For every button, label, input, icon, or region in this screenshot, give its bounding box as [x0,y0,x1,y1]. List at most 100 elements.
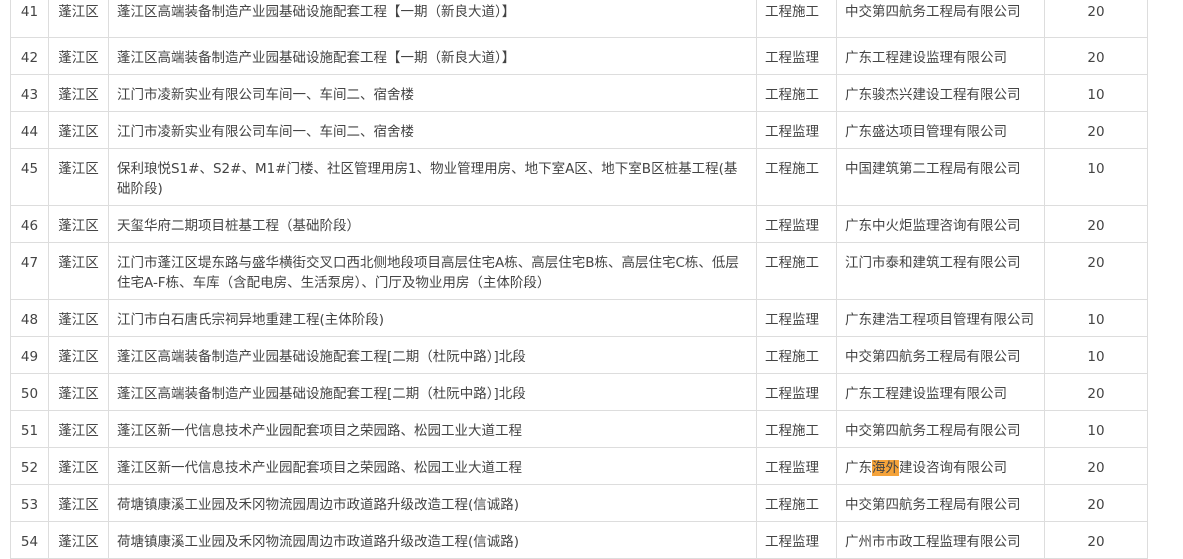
work-type-cell: 工程施工 [756,242,837,300]
score-cell: 10 [1044,299,1148,337]
table-row: 54 蓬江区 荷塘镇康溪工业园及禾冈物流园周边市政道路升级改造工程(信诚路) 工… [10,521,1148,559]
table-row: 51 蓬江区 蓬江区新一代信息技术产业园配套项目之荣园路、松园工业大道工程 工程… [10,410,1148,448]
work-type-cell: 工程监理 [756,111,837,149]
row-number: 52 [10,447,49,485]
company-cell: 广东工程建设监理有限公司 [836,37,1045,75]
district-cell: 蓬江区 [48,148,109,206]
table-row: 43 蓬江区 江门市凌新实业有限公司车间一、车间二、宿舍楼 工程施工 广东骏杰兴… [10,74,1148,112]
work-type-cell: 工程监理 [756,299,837,337]
company-cell: 广州市市政工程监理有限公司 [836,521,1045,559]
row-number: 44 [10,111,49,149]
score-cell: 20 [1044,242,1148,300]
project-name-cell: 江门市蓬江区堤东路与盛华横街交叉口西北侧地段项目高层住宅A栋、高层住宅B栋、高层… [108,242,757,300]
project-name-cell: 蓬江区高端装备制造产业园基础设施配套工程[二期（杜阮中路）]北段 [108,373,757,411]
table-row: 53 蓬江区 荷塘镇康溪工业园及禾冈物流园周边市政道路升级改造工程(信诚路) 工… [10,484,1148,522]
score-cell: 10 [1044,74,1148,112]
project-name-cell: 江门市白石唐氏宗祠异地重建工程(主体阶段) [108,299,757,337]
company-name-part: 广东 [845,460,872,476]
work-type-cell: 工程监理 [756,521,837,559]
table-row: 41 蓬江区 蓬江区高端装备制造产业园基础设施配套工程【一期（新良大道）】 工程… [10,0,1148,38]
project-name-cell: 蓬江区新一代信息技术产业园配套项目之荣园路、松园工业大道工程 [108,447,757,485]
row-number: 51 [10,410,49,448]
search-highlight: 海外 [872,460,899,476]
score-cell: 20 [1044,447,1148,485]
project-name-cell: 荷塘镇康溪工业园及禾冈物流园周边市政道路升级改造工程(信诚路) [108,521,757,559]
company-name-part: 建设咨询有限公司 [899,460,1007,476]
project-name-cell: 蓬江区高端装备制造产业园基础设施配套工程【一期（新良大道）】 [108,37,757,75]
district-cell: 蓬江区 [48,74,109,112]
company-cell: 广东海外建设咨询有限公司 [836,447,1045,485]
table-row: 44 蓬江区 江门市凌新实业有限公司车间一、车间二、宿舍楼 工程监理 广东盛达项… [10,111,1148,149]
work-type-cell: 工程监理 [756,37,837,75]
score-cell: 10 [1044,336,1148,374]
company-cell: 中交第四航务工程局有限公司 [836,336,1045,374]
score-cell: 20 [1044,484,1148,522]
score-cell: 10 [1044,410,1148,448]
company-cell: 广东中火炬监理咨询有限公司 [836,205,1045,243]
company-cell: 广东盛达项目管理有限公司 [836,111,1045,149]
district-cell: 蓬江区 [48,0,109,38]
district-cell: 蓬江区 [48,447,109,485]
row-number: 48 [10,299,49,337]
project-name-cell: 蓬江区高端装备制造产业园基础设施配套工程【一期（新良大道）】 [108,0,757,38]
district-cell: 蓬江区 [48,484,109,522]
district-cell: 蓬江区 [48,521,109,559]
district-cell: 蓬江区 [48,373,109,411]
district-cell: 蓬江区 [48,242,109,300]
score-cell: 20 [1044,373,1148,411]
score-cell: 20 [1044,37,1148,75]
project-name-cell: 荷塘镇康溪工业园及禾冈物流园周边市政道路升级改造工程(信诚路) [108,484,757,522]
company-cell: 中交第四航务工程局有限公司 [836,410,1045,448]
score-cell: 20 [1044,111,1148,149]
row-number: 53 [10,484,49,522]
work-type-cell: 工程施工 [756,148,837,206]
project-name-cell: 江门市凌新实业有限公司车间一、车间二、宿舍楼 [108,111,757,149]
company-cell: 中交第四航务工程局有限公司 [836,0,1045,38]
district-cell: 蓬江区 [48,299,109,337]
row-number: 46 [10,205,49,243]
work-type-cell: 工程监理 [756,447,837,485]
project-name-cell: 天玺华府二期项目桩基工程（基础阶段） [108,205,757,243]
project-name-cell: 江门市凌新实业有限公司车间一、车间二、宿舍楼 [108,74,757,112]
score-cell: 20 [1044,205,1148,243]
district-cell: 蓬江区 [48,111,109,149]
results-table: 41 蓬江区 蓬江区高端装备制造产业园基础设施配套工程【一期（新良大道）】 工程… [10,0,1148,559]
row-number: 54 [10,521,49,559]
work-type-cell: 工程施工 [756,336,837,374]
table-row: 47 蓬江区 江门市蓬江区堤东路与盛华横街交叉口西北侧地段项目高层住宅A栋、高层… [10,242,1148,300]
work-type-cell: 工程监理 [756,205,837,243]
row-number: 45 [10,148,49,206]
row-number: 43 [10,74,49,112]
table-row: 48 蓬江区 江门市白石唐氏宗祠异地重建工程(主体阶段) 工程监理 广东建浩工程… [10,299,1148,337]
company-cell: 广东建浩工程项目管理有限公司 [836,299,1045,337]
project-name-cell: 蓬江区高端装备制造产业园基础设施配套工程[二期（杜阮中路）]北段 [108,336,757,374]
district-cell: 蓬江区 [48,410,109,448]
table-row: 42 蓬江区 蓬江区高端装备制造产业园基础设施配套工程【一期（新良大道）】 工程… [10,37,1148,75]
row-number: 49 [10,336,49,374]
company-cell: 中国建筑第二工程局有限公司 [836,148,1045,206]
company-cell: 广东骏杰兴建设工程有限公司 [836,74,1045,112]
work-type-cell: 工程施工 [756,0,837,38]
project-name-cell: 保利琅悦S1#、S2#、M1#门楼、社区管理用房1、物业管理用房、地下室A区、地… [108,148,757,206]
company-cell: 江门市泰和建筑工程有限公司 [836,242,1045,300]
table-row: 50 蓬江区 蓬江区高端装备制造产业园基础设施配套工程[二期（杜阮中路）]北段 … [10,373,1148,411]
score-cell: 20 [1044,521,1148,559]
company-cell: 广东工程建设监理有限公司 [836,373,1045,411]
project-name-cell: 蓬江区新一代信息技术产业园配套项目之荣园路、松园工业大道工程 [108,410,757,448]
work-type-cell: 工程监理 [756,373,837,411]
row-number: 50 [10,373,49,411]
work-type-cell: 工程施工 [756,74,837,112]
district-cell: 蓬江区 [48,205,109,243]
score-cell: 10 [1044,148,1148,206]
score-cell: 20 [1044,0,1148,38]
table-row: 45 蓬江区 保利琅悦S1#、S2#、M1#门楼、社区管理用房1、物业管理用房、… [10,148,1148,206]
row-number: 41 [10,0,49,38]
row-number: 42 [10,37,49,75]
company-cell: 中交第四航务工程局有限公司 [836,484,1045,522]
table-row: 49 蓬江区 蓬江区高端装备制造产业园基础设施配套工程[二期（杜阮中路）]北段 … [10,336,1148,374]
district-cell: 蓬江区 [48,37,109,75]
district-cell: 蓬江区 [48,336,109,374]
table-row: 52 蓬江区 蓬江区新一代信息技术产业园配套项目之荣园路、松园工业大道工程 工程… [10,447,1148,485]
work-type-cell: 工程施工 [756,484,837,522]
table-row: 46 蓬江区 天玺华府二期项目桩基工程（基础阶段） 工程监理 广东中火炬监理咨询… [10,205,1148,243]
